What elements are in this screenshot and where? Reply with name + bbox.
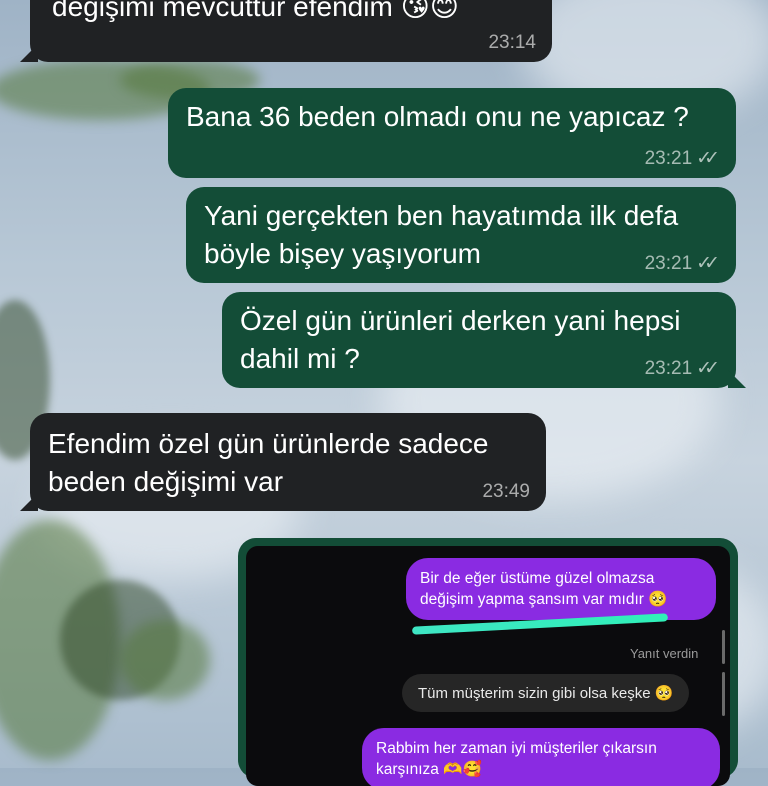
message-text: Bana 36 beden olmadı onu ne yapıcaz ? [186, 101, 689, 132]
message-text: Efendim özel gün ürünlerde sadece beden … [48, 428, 489, 497]
read-receipt-icon: ✓✓ [696, 253, 720, 274]
message-time: 23:21 ✓✓ [645, 357, 720, 380]
message-time: 23:49 [482, 481, 530, 502]
ig-sent-bubble: Rabbim her zaman iyi müşteriler çıkarsın… [362, 728, 720, 786]
scrollbar[interactable] [722, 630, 725, 664]
read-receipt-icon: ✓✓ [696, 358, 720, 379]
message-text: değişimi mevcuttur efendim 😘😊 [52, 0, 459, 22]
message-time: 23:14 [488, 32, 536, 53]
outgoing-message[interactable]: Yani gerçekten ben hayatımda ilk defa bö… [186, 187, 736, 283]
incoming-message[interactable]: değişimi mevcuttur efendim 😘😊 23:14 [20, 0, 552, 62]
ig-sent-bubble: Bir de eğer üstüme güzel olmazsa değişim… [406, 558, 716, 620]
scrollbar[interactable] [722, 672, 725, 716]
message-time: 23:21 ✓✓ [645, 252, 720, 275]
outgoing-message[interactable]: Özel gün ürünleri derken yani hepsi dahi… [222, 292, 746, 388]
message-text: Özel gün ürünleri derken yani hepsi dahi… [240, 305, 681, 374]
replied-label: Yanıt verdin [630, 646, 699, 661]
incoming-message[interactable]: Efendim özel gün ürünlerde sadece beden … [20, 413, 546, 511]
image-message[interactable]: Bir de eğer üstüme güzel olmazsa değişim… [238, 538, 738, 786]
message-time: 23:21 ✓✓ [645, 147, 720, 170]
ig-received-bubble: Tüm müşterim sizin gibi olsa keşke 🥺 [402, 674, 690, 712]
message-text: Yani gerçekten ben hayatımda ilk defa bö… [204, 200, 679, 269]
screenshot-image[interactable]: Bir de eğer üstüme güzel olmazsa değişim… [246, 546, 730, 786]
read-receipt-icon: ✓✓ [696, 148, 720, 169]
outgoing-message[interactable]: Bana 36 beden olmadı onu ne yapıcaz ? 23… [168, 88, 736, 178]
